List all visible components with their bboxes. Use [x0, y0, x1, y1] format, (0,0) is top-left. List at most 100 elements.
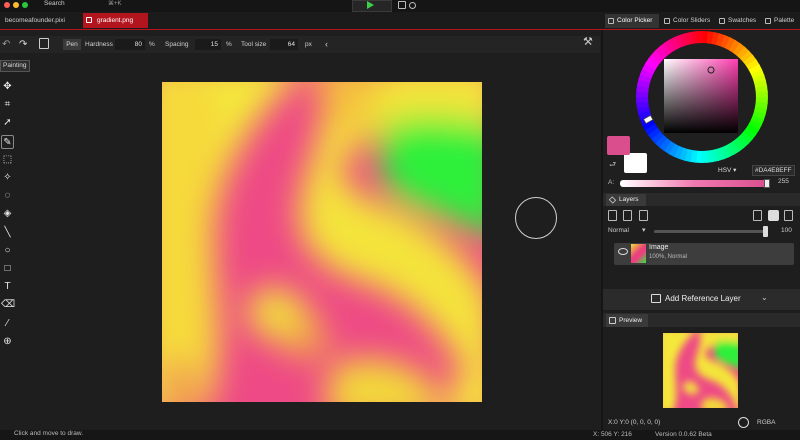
palette-icon	[765, 18, 771, 24]
spacing-unit: %	[226, 41, 232, 48]
color-picker-icon	[608, 18, 614, 24]
background-color-swatch[interactable]	[624, 153, 647, 173]
layer-thumbnail	[631, 244, 646, 263]
ellipse-icon[interactable]: ○	[1, 244, 14, 258]
layer-opacity-value: 100	[781, 227, 792, 234]
swatches-icon	[719, 18, 725, 24]
hardness-input[interactable]: 80	[115, 39, 145, 50]
lock-icon[interactable]	[753, 210, 762, 221]
marquee-icon[interactable]: ⬚	[1, 153, 14, 167]
tab-preview[interactable]: Preview	[606, 314, 648, 327]
select-arrow-icon[interactable]: ➚	[1, 116, 14, 130]
rgba-toggle[interactable]	[738, 417, 749, 428]
alpha-slider[interactable]	[620, 180, 768, 187]
chevron-down-icon[interactable]: ▾	[642, 226, 646, 234]
delete-layer-icon[interactable]	[639, 210, 648, 221]
tab-becomeafounder[interactable]: becomeafounder.pixi	[0, 13, 78, 28]
color-mode-select[interactable]: HSV ▾	[718, 165, 748, 176]
pixel-readout: X:0 Y:0 (0, 0, 0, 0)	[608, 419, 661, 426]
magic-wand-icon[interactable]: ✧	[1, 171, 14, 185]
layer-details: 100%, Normal	[649, 254, 688, 260]
cursor-position: X: 506 Y: 216	[593, 431, 632, 438]
eyedropper-icon[interactable]: ⁄	[1, 317, 14, 331]
crop-icon[interactable]: ⌗	[1, 98, 14, 112]
preview-icon	[609, 317, 616, 324]
brush-cursor	[515, 197, 557, 239]
mask-icon[interactable]	[768, 210, 779, 221]
zoom-icon[interactable]: ⊕	[1, 335, 14, 349]
pen-mode-chip[interactable]: Pen	[63, 39, 81, 50]
tab-label: Color Picker	[617, 17, 653, 24]
share-icon[interactable]	[409, 2, 416, 9]
foreground-color-swatch[interactable]	[607, 136, 630, 155]
new-layer-icon[interactable]	[608, 210, 617, 221]
sliders-icon	[664, 18, 670, 24]
tab-color-picker[interactable]: Color Picker	[605, 14, 659, 28]
chevron-down-icon[interactable]: ⌄	[761, 293, 768, 302]
close-window-button[interactable]	[4, 2, 10, 8]
tab-label: Layers	[619, 196, 639, 203]
redo-icon[interactable]: ↷	[19, 39, 27, 50]
hue-ring[interactable]	[636, 31, 768, 163]
export-icon[interactable]	[398, 1, 406, 9]
brush-settings-icon[interactable]	[39, 38, 49, 49]
line-icon[interactable]: ╲	[1, 226, 14, 240]
spacing-label: Spacing	[165, 41, 189, 48]
lasso-icon[interactable]: ◌	[1, 189, 14, 203]
alpha-label: A:	[608, 179, 615, 186]
eraser-icon[interactable]: ⌫	[1, 298, 15, 312]
search-shortcut: ⌘+K	[108, 1, 122, 7]
tool-size-unit: px	[305, 41, 312, 48]
tab-gradient[interactable]: gradient.png	[83, 13, 148, 28]
status-hint: Click and move to draw.	[14, 430, 84, 437]
alpha-value: 255	[778, 178, 789, 185]
version-label: Version 0.0.62 Beta	[655, 431, 712, 438]
rectangle-icon[interactable]: □	[1, 262, 14, 276]
move-icon[interactable]: ✥	[1, 80, 14, 94]
tool-size-label: Tool size	[241, 41, 267, 48]
swap-colors-icon[interactable]: ⮐	[609, 159, 616, 173]
wrench-icon[interactable]: ⚒	[583, 35, 593, 48]
visibility-eye-icon[interactable]	[618, 248, 628, 255]
image-icon	[651, 294, 661, 303]
color-wheel[interactable]	[636, 31, 768, 163]
fill-bucket-icon[interactable]: ◈	[1, 207, 14, 221]
new-folder-icon[interactable]	[623, 210, 632, 221]
tool-size-input[interactable]: 64	[270, 39, 298, 50]
preview-thumbnail	[663, 333, 738, 408]
minimize-window-button[interactable]	[13, 2, 19, 8]
gradient-artwork	[162, 82, 482, 402]
tab-label: Color Sliders	[673, 17, 711, 24]
hardness-label: Hardness	[85, 41, 113, 48]
blend-mode-select[interactable]: Normal	[608, 227, 629, 234]
rgba-label: RGBA	[757, 419, 776, 426]
undo-icon[interactable]: ↶	[2, 39, 10, 50]
duplicate-layer-icon[interactable]	[784, 210, 793, 221]
maximize-window-button[interactable]	[22, 2, 28, 8]
alpha-slider-handle[interactable]	[764, 179, 770, 188]
text-icon[interactable]: T	[1, 280, 14, 294]
image-file-icon	[86, 17, 92, 23]
layers-icon	[608, 196, 617, 204]
tab-label: Preview	[619, 317, 643, 324]
layer-name: Image	[649, 244, 669, 251]
tab-color-sliders[interactable]: Color Sliders	[661, 14, 713, 28]
layer-opacity-handle[interactable]	[763, 226, 768, 237]
layer-opacity-slider[interactable]	[654, 230, 766, 233]
gradient-image[interactable]	[162, 82, 482, 402]
tab-palette[interactable]: Palette	[762, 14, 800, 28]
collapse-options-icon[interactable]: ‹	[325, 36, 328, 53]
hex-color-input[interactable]: #DA4E8EFF	[752, 165, 795, 176]
tab-layers[interactable]: Layers	[606, 194, 646, 206]
painting-section-label[interactable]: Painting	[0, 60, 30, 72]
pen-icon[interactable]: ✎	[1, 134, 14, 149]
hardness-unit: %	[149, 41, 155, 48]
add-reference-layer-label: Add Reference Layer	[665, 294, 741, 303]
tab-label: Palette	[774, 17, 795, 24]
tab-swatches[interactable]: Swatches	[716, 14, 760, 28]
preview-artwork	[663, 333, 738, 408]
spacing-input[interactable]: 15	[195, 39, 221, 50]
color-mode-value: HSV	[718, 167, 732, 174]
play-icon	[367, 1, 374, 9]
tab-label: Swatches	[728, 17, 757, 24]
